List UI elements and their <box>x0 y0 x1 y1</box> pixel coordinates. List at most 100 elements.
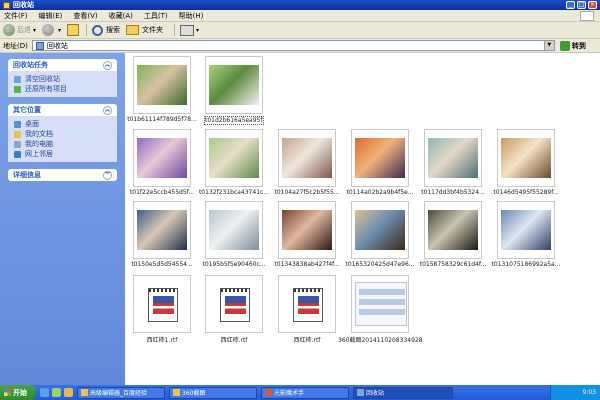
item-label: 我的文档 <box>25 130 53 138</box>
go-label: 转到 <box>571 41 586 50</box>
address-input[interactable]: 回收站 ▼ <box>31 40 555 51</box>
up-folder-icon[interactable] <box>67 24 80 36</box>
back-button[interactable]: 后退 ▾ <box>3 24 36 36</box>
photo-thumbnail <box>137 65 187 105</box>
quick-launch <box>40 388 73 397</box>
forward-button[interactable]: ▾ <box>42 24 61 36</box>
app-icon[interactable] <box>52 388 61 397</box>
taskbar-item-active[interactable]: 回收站 <box>353 386 453 399</box>
file-name[interactable]: t01b61114f789d5f78... <box>120 116 204 123</box>
file-item-photo[interactable] <box>351 201 409 259</box>
my-computer-link[interactable]: 我的电脑 <box>14 139 111 149</box>
folders-button[interactable]: 文件夹 <box>126 25 163 35</box>
file-name[interactable]: t0104a27f5c2b5f55... <box>265 189 349 196</box>
taskbar-item[interactable]: 高级编辑器_百度经验 <box>77 386 165 399</box>
taskbar: 开始 高级编辑器_百度经验 360截图 光影魔术手 回收站 9:03 <box>0 385 600 400</box>
chevron-down-icon[interactable]: ▾ <box>58 27 61 34</box>
menu-tools[interactable]: 工具(T) <box>144 11 168 21</box>
restore-icon <box>14 85 21 93</box>
views-icon <box>180 24 195 36</box>
panel-title: 其它位置 <box>13 106 41 114</box>
expand-icon[interactable]: ︾ <box>103 170 112 180</box>
browser-icon[interactable] <box>40 388 49 397</box>
panel-header[interactable]: 回收站任务 ︽ <box>8 59 117 71</box>
photo-thumbnail <box>209 210 259 250</box>
file-item-screenshot[interactable] <box>351 275 409 333</box>
desktop-link[interactable]: 桌面 <box>14 119 111 129</box>
panel-header[interactable]: 其它位置 ︽ <box>8 104 117 116</box>
photo-thumbnail <box>137 138 187 178</box>
menu-favorites[interactable]: 收藏(A) <box>109 11 133 21</box>
menu-view[interactable]: 查看(V) <box>73 11 97 21</box>
file-name[interactable]: t0131075186992a5a... <box>484 261 568 268</box>
app-icon[interactable] <box>64 388 73 397</box>
start-button[interactable]: 开始 <box>0 385 36 400</box>
file-item-rtf[interactable] <box>278 275 336 333</box>
file-item-photo[interactable] <box>278 201 336 259</box>
taskbar-item[interactable]: 360截图 <box>169 386 257 399</box>
file-item-photo[interactable] <box>205 129 263 187</box>
file-item-photo[interactable] <box>205 56 263 114</box>
file-name[interactable]: t0165320425d47e96... <box>338 261 422 268</box>
file-item-photo[interactable] <box>133 56 191 114</box>
file-item-photo[interactable] <box>424 201 482 259</box>
network-places-link[interactable]: 网上邻居 <box>14 149 111 159</box>
collapse-icon[interactable]: ︽ <box>103 60 112 70</box>
file-name[interactable]: t0117dd3bf4b5324... <box>411 189 495 196</box>
file-item-photo[interactable] <box>497 129 555 187</box>
app-icon <box>265 389 272 396</box>
panel-header[interactable]: 详细信息 ︾ <box>8 169 117 181</box>
file-item-photo[interactable] <box>278 129 336 187</box>
back-label: 后退 <box>17 26 31 34</box>
views-button[interactable]: ▾ <box>180 24 200 36</box>
windows-logo-icon <box>580 11 594 21</box>
file-name[interactable]: t0132f231bca43741c... <box>192 189 276 196</box>
file-name[interactable]: t01343838ab427f4f... <box>265 261 349 268</box>
rtf-document-icon <box>220 288 250 322</box>
file-name[interactable]: 西红柿.rtf <box>265 335 349 344</box>
file-item-photo[interactable] <box>133 201 191 259</box>
file-name[interactable]: t0114a02b2a9b4f5e... <box>338 189 422 196</box>
file-item-rtf[interactable] <box>205 275 263 333</box>
recycle-bin-icon <box>35 41 44 50</box>
my-documents-link[interactable]: 我的文档 <box>14 129 111 139</box>
file-item-photo[interactable] <box>497 201 555 259</box>
menu-file[interactable]: 文件(F) <box>4 11 28 21</box>
file-name[interactable]: 西红柿.rtf <box>192 335 276 344</box>
taskbar-item-label: 光影魔术手 <box>274 390 305 397</box>
go-button[interactable]: 转到 <box>559 40 586 51</box>
item-label: 我的电脑 <box>25 140 53 148</box>
search-button[interactable]: 搜索 <box>92 24 120 36</box>
start-label: 开始 <box>13 388 27 397</box>
minimize-button[interactable]: _ <box>566 1 575 9</box>
file-item-photo[interactable] <box>133 129 191 187</box>
file-name[interactable]: 360截图20141102083349281... <box>338 335 422 344</box>
folder-icon <box>173 389 180 396</box>
empty-recycle-bin-link[interactable]: 清空回收站 <box>14 74 111 84</box>
collapse-icon[interactable]: ︽ <box>103 105 112 115</box>
chevron-down-icon: ▾ <box>196 26 200 34</box>
menu-help[interactable]: 帮助(H) <box>179 11 204 21</box>
file-item-photo[interactable] <box>424 129 482 187</box>
close-button[interactable]: × <box>588 1 597 9</box>
taskbar-item-label: 360截图 <box>182 390 206 397</box>
address-label: 地址(D) <box>3 41 28 50</box>
chevron-down-icon[interactable]: ▾ <box>33 27 36 34</box>
clock[interactable]: 9:03 <box>583 389 596 396</box>
file-name[interactable]: t0146d5495f55289f... <box>484 189 568 196</box>
file-name[interactable]: t01d2b616a5ea95f2fc.jpg <box>204 116 264 125</box>
recycle-bin-icon <box>14 75 21 83</box>
maximize-button[interactable]: □ <box>577 1 586 9</box>
file-item-rtf[interactable] <box>133 275 191 333</box>
file-name[interactable]: t0158758329c61d4f... <box>411 261 495 268</box>
item-label: 网上邻居 <box>25 150 53 158</box>
file-item-photo[interactable] <box>351 129 409 187</box>
file-item-photo[interactable] <box>205 201 263 259</box>
menu-edit[interactable]: 编辑(E) <box>39 11 63 21</box>
taskbar-item[interactable]: 光影魔术手 <box>261 386 349 399</box>
item-label: 桌面 <box>25 120 39 128</box>
restore-all-link[interactable]: 还原所有项目 <box>14 84 111 94</box>
address-dropdown-button[interactable]: ▼ <box>543 41 554 50</box>
windows-flag-icon <box>4 389 11 396</box>
file-name[interactable]: t0195b5f5e90460c... <box>192 261 276 268</box>
